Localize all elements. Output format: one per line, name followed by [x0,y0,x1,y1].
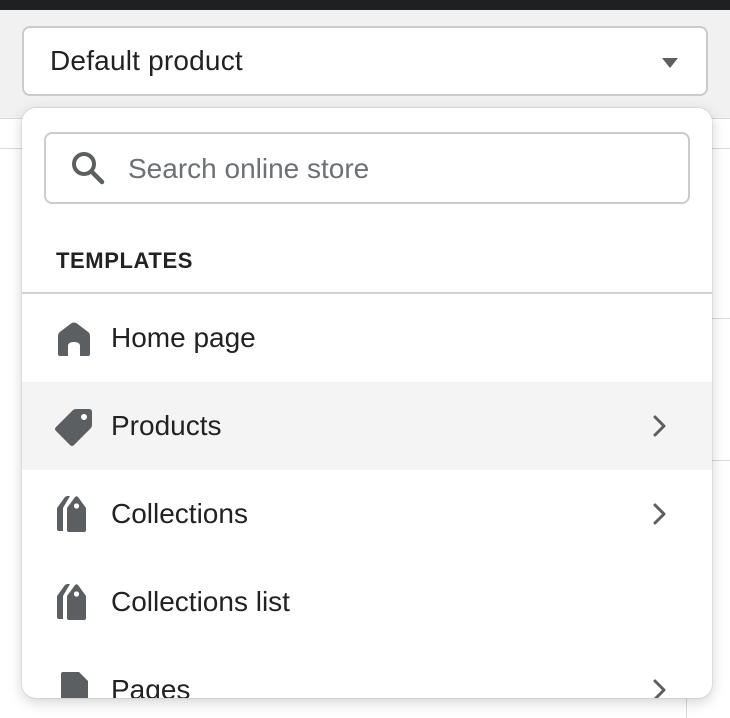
template-select-value: Default product [50,45,243,76]
background-divider [712,318,730,319]
menu-item-collections-list[interactable]: Collections list [22,558,712,646]
menu-item-pages[interactable]: Pages [22,646,712,698]
section-heading: TEMPLATES [56,248,193,273]
home-icon [58,322,90,356]
menu-item-label: Collections list [111,586,290,617]
search-input[interactable] [126,148,670,190]
background-divider [686,698,687,718]
menu-item-label: Products [111,410,222,441]
template-select[interactable]: Default product [22,26,708,96]
app-top-bar [0,0,730,10]
menu-item-home-page[interactable]: Home page [22,294,712,382]
search-field[interactable] [44,132,690,204]
collections-icon [57,496,86,532]
menu-item-label: Pages [111,674,191,698]
caret-down-icon [662,58,678,68]
collections-icon [57,584,86,620]
menu-item-products[interactable]: Products [22,382,712,470]
menu-item-label: Home page [111,322,256,353]
search-icon [72,152,105,185]
menu-item-label: Collections [111,498,248,529]
menu-item-collections[interactable]: Collections [22,470,712,558]
background-divider [712,460,730,461]
chevron-right-icon [653,503,666,525]
tag-icon [55,409,92,446]
template-dropdown: TEMPLATES Home page Products Collections [22,108,712,698]
chevron-right-icon [653,679,666,698]
chevron-right-icon [653,415,666,437]
page-icon [61,672,88,698]
